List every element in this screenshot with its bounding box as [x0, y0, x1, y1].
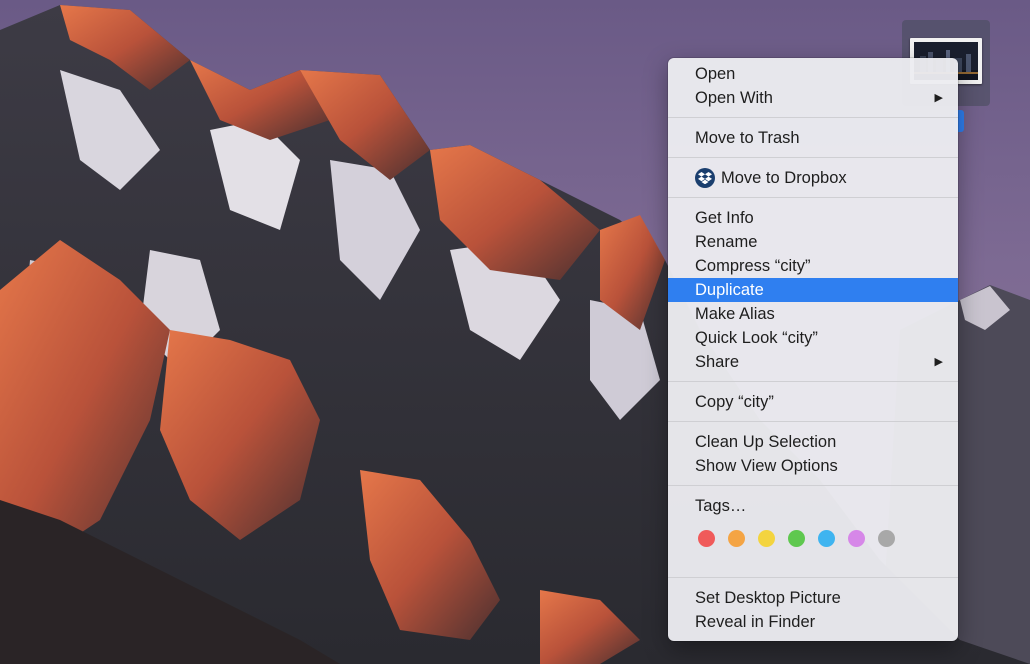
- menu-item-label: Make Alias: [695, 305, 775, 323]
- menu-item-share[interactable]: Share ▶: [668, 350, 958, 374]
- submenu-arrow-icon: ▶: [934, 92, 943, 104]
- menu-item-label: Share: [695, 353, 740, 371]
- menu-item-show-view-options[interactable]: Show View Options: [668, 454, 958, 478]
- menu-item-label: Open: [695, 65, 736, 83]
- menu-item-get-info[interactable]: Get Info: [668, 206, 958, 230]
- menu-separator: [668, 577, 958, 578]
- dropbox-icon: [695, 168, 715, 188]
- menu-item-label: Tags…: [695, 497, 747, 515]
- menu-separator: [668, 157, 958, 158]
- menu-item-open-with[interactable]: Open With ▶: [668, 86, 958, 110]
- menu-item-set-desktop-picture[interactable]: Set Desktop Picture: [668, 586, 958, 610]
- context-menu: Open Open With ▶ Move to Trash Move to Dropb…: [668, 58, 958, 641]
- menu-item-clean-up-selection[interactable]: Clean Up Selection: [668, 430, 958, 454]
- tag-blue-dot[interactable]: [818, 529, 835, 547]
- menu-item-copy-city[interactable]: Copy “city”: [668, 390, 958, 414]
- menu-item-move-to-trash[interactable]: Move to Trash: [668, 126, 958, 150]
- tag-green-dot[interactable]: [788, 529, 805, 547]
- tag-yellow-dot[interactable]: [758, 529, 775, 547]
- tag-orange-dot[interactable]: [728, 529, 745, 547]
- tag-gray-dot[interactable]: [878, 529, 895, 547]
- menu-item-label: Show View Options: [695, 457, 838, 475]
- menu-item-label: Compress “city”: [695, 257, 811, 275]
- menu-item-make-alias[interactable]: Make Alias: [668, 302, 958, 326]
- tag-color-row: [668, 518, 958, 558]
- tag-red-dot[interactable]: [698, 529, 715, 547]
- submenu-arrow-icon: ▶: [934, 356, 943, 368]
- menu-item-rename[interactable]: Rename: [668, 230, 958, 254]
- menu-item-label: Copy “city”: [695, 393, 774, 411]
- menu-spacer: [668, 558, 958, 570]
- menu-item-label: Quick Look “city”: [695, 329, 818, 347]
- menu-item-label: Open With: [695, 89, 773, 107]
- menu-item-reveal-in-finder[interactable]: Reveal in Finder: [668, 610, 958, 634]
- tag-purple-dot[interactable]: [848, 529, 865, 547]
- menu-item-label: Move to Trash: [695, 129, 800, 147]
- menu-item-quick-look-city[interactable]: Quick Look “city”: [668, 326, 958, 350]
- menu-separator: [668, 421, 958, 422]
- menu-item-open[interactable]: Open: [668, 62, 958, 86]
- menu-item-compress-city[interactable]: Compress “city”: [668, 254, 958, 278]
- menu-item-move-to-dropbox[interactable]: Move to Dropbox: [668, 166, 958, 190]
- desktop[interactable]: Open Open With ▶ Move to Trash Move to Dropb…: [0, 0, 1030, 664]
- menu-item-tags[interactable]: Tags…: [668, 494, 958, 518]
- menu-separator: [668, 197, 958, 198]
- menu-item-label: Move to Dropbox: [721, 169, 847, 187]
- menu-separator: [668, 381, 958, 382]
- menu-item-label: Set Desktop Picture: [695, 589, 841, 607]
- menu-item-label: Rename: [695, 233, 758, 251]
- menu-item-label: Reveal in Finder: [695, 613, 816, 631]
- menu-item-duplicate[interactable]: Duplicate: [668, 278, 958, 302]
- menu-separator: [668, 117, 958, 118]
- menu-item-label: Duplicate: [695, 281, 764, 299]
- menu-separator: [668, 485, 958, 486]
- menu-item-label: Get Info: [695, 209, 754, 227]
- menu-item-label: Clean Up Selection: [695, 433, 837, 451]
